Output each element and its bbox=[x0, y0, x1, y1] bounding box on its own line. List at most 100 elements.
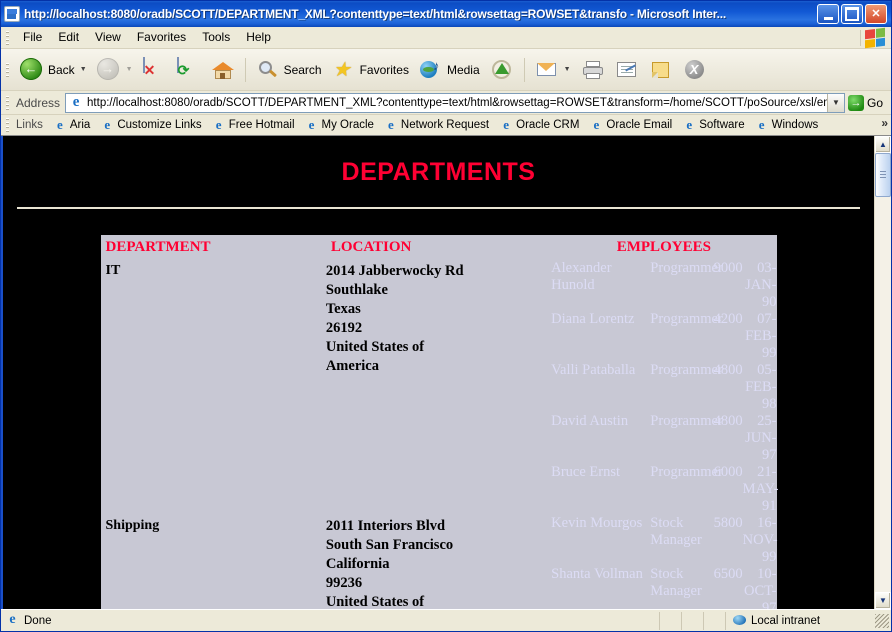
discuss-button[interactable] bbox=[644, 52, 678, 88]
forward-icon: → bbox=[97, 58, 121, 82]
link-software[interactable]: Software bbox=[677, 117, 749, 133]
link-icon bbox=[100, 118, 114, 132]
messenger-button[interactable] bbox=[678, 52, 712, 88]
menu-item-help[interactable]: Help bbox=[238, 27, 279, 48]
employee-row: Diana LorentzProgrammer420007-FEB-99 bbox=[551, 311, 776, 362]
employee-job: Stock Manager bbox=[650, 566, 713, 609]
close-button[interactable]: ✕ bbox=[865, 4, 887, 24]
menu-item-favorites[interactable]: Favorites bbox=[129, 27, 194, 48]
employee-name: Valli Pataballa bbox=[551, 362, 650, 413]
scrollbar-thumb[interactable] bbox=[875, 153, 891, 197]
media-globe-icon: ♪ bbox=[419, 58, 443, 82]
vertical-scrollbar[interactable]: ▲ ▼ bbox=[874, 136, 891, 609]
menu-item-file[interactable]: File bbox=[15, 27, 50, 48]
link-free-hotmail[interactable]: Free Hotmail bbox=[207, 117, 300, 133]
link-icon bbox=[589, 118, 603, 132]
table-row: IT2014 Jabberwocky RdSouthlakeTexas26192… bbox=[101, 260, 777, 515]
go-label: Go bbox=[867, 96, 883, 110]
link-customize-links[interactable]: Customize Links bbox=[95, 117, 206, 133]
menu-item-edit[interactable]: Edit bbox=[50, 27, 87, 48]
links-label: Links bbox=[15, 119, 48, 131]
link-aria[interactable]: Aria bbox=[48, 117, 95, 133]
link-label: Windows bbox=[772, 119, 819, 131]
window-controls: ✕ bbox=[817, 4, 889, 24]
edit-button[interactable] bbox=[610, 52, 644, 88]
department-name-cell: IT bbox=[101, 260, 326, 515]
ie-page-icon bbox=[68, 95, 84, 111]
minimize-button[interactable] bbox=[817, 4, 839, 24]
location-line: 2014 Jabberwocky Rd bbox=[326, 262, 547, 281]
mail-button[interactable]: ▼ bbox=[530, 52, 576, 88]
toolbar-gripper[interactable] bbox=[4, 62, 11, 78]
security-zone[interactable]: Local intranet bbox=[725, 612, 875, 630]
page-title: DEPARTMENTS bbox=[17, 136, 860, 207]
resize-grip[interactable] bbox=[875, 614, 889, 628]
media-button[interactable]: ♪ Media bbox=[414, 52, 485, 88]
scrollbar-track[interactable] bbox=[875, 153, 891, 592]
location-line: South San Francisco bbox=[326, 536, 547, 555]
address-input[interactable]: http://localhost:8080/oradb/SCOTT/DEPART… bbox=[65, 93, 845, 113]
links-overflow-icon[interactable]: » bbox=[881, 116, 888, 130]
back-dropdown-icon[interactable]: ▼ bbox=[80, 66, 87, 73]
scroll-down-button[interactable]: ▼ bbox=[875, 592, 891, 609]
address-dropdown-icon[interactable]: ▼ bbox=[827, 94, 844, 112]
employee-salary: 4200 bbox=[713, 311, 742, 362]
search-label: Search bbox=[284, 63, 322, 77]
employee-hiredate: 03-JAN-90 bbox=[743, 260, 777, 311]
link-oracle-crm[interactable]: Oracle CRM bbox=[494, 117, 584, 133]
back-button[interactable]: ← Back ▼ bbox=[15, 52, 92, 88]
search-button[interactable]: Search bbox=[251, 52, 327, 88]
table-header-row: DEPARTMENT LOCATION EMPLOYEES bbox=[101, 235, 777, 260]
home-button[interactable] bbox=[206, 52, 240, 88]
employee-job: Programmer bbox=[650, 413, 713, 464]
menu-item-view[interactable]: View bbox=[87, 27, 129, 48]
link-icon bbox=[384, 118, 398, 132]
maximize-button[interactable] bbox=[841, 4, 863, 24]
link-icon bbox=[755, 118, 769, 132]
department-employees-cell: Kevin MourgosStock Manager580016-NOV-99S… bbox=[551, 515, 776, 609]
favorites-label: Favorites bbox=[360, 63, 409, 77]
stop-button[interactable]: ✕ bbox=[138, 52, 172, 88]
refresh-button[interactable]: ⟳ bbox=[172, 52, 206, 88]
forward-dropdown-icon[interactable]: ▼ bbox=[126, 66, 133, 73]
print-button[interactable] bbox=[576, 52, 610, 88]
employees-table: Alexander HunoldProgrammer900003-JAN-90D… bbox=[551, 260, 776, 515]
link-oracle-email[interactable]: Oracle Email bbox=[584, 117, 677, 133]
address-label: Address bbox=[15, 96, 65, 110]
edit-page-icon bbox=[615, 58, 639, 82]
back-label: Back bbox=[48, 63, 75, 77]
windows-logo-icon bbox=[865, 28, 885, 48]
star-icon: ★ bbox=[332, 58, 356, 82]
employee-row: Kevin MourgosStock Manager580016-NOV-99 bbox=[551, 515, 776, 566]
employee-name: Bruce Ernst bbox=[551, 464, 650, 515]
employee-salary: 6000 bbox=[713, 464, 742, 515]
table-header: DEPARTMENT LOCATION EMPLOYEES bbox=[101, 235, 777, 260]
link-network-request[interactable]: Network Request bbox=[379, 117, 494, 133]
forward-button[interactable]: → ▼ bbox=[92, 52, 138, 88]
location-line: Texas bbox=[326, 300, 547, 319]
search-icon bbox=[256, 58, 280, 82]
link-windows[interactable]: Windows bbox=[750, 117, 824, 133]
favorites-button[interactable]: ★ Favorites bbox=[327, 52, 414, 88]
notepad-icon bbox=[649, 58, 673, 82]
employee-salary: 6500 bbox=[713, 566, 742, 609]
employee-job: Programmer bbox=[650, 362, 713, 413]
menu-item-tools[interactable]: Tools bbox=[194, 27, 238, 48]
employee-hiredate: 16-NOV-99 bbox=[743, 515, 777, 566]
mail-dropdown-icon[interactable]: ▼ bbox=[564, 66, 571, 73]
maximize-icon bbox=[842, 5, 862, 23]
back-icon: ← bbox=[20, 58, 44, 82]
status-page-icon bbox=[5, 613, 20, 628]
link-my-oracle[interactable]: My Oracle bbox=[300, 117, 379, 133]
history-button[interactable] bbox=[485, 52, 519, 88]
scroll-up-button[interactable]: ▲ bbox=[875, 136, 891, 153]
menu-gripper[interactable] bbox=[4, 30, 11, 46]
table-body: IT2014 Jabberwocky RdSouthlakeTexas26192… bbox=[101, 260, 777, 609]
address-gripper[interactable] bbox=[4, 95, 11, 111]
messenger-icon bbox=[683, 58, 707, 82]
location-line: Southlake bbox=[326, 281, 547, 300]
links-gripper[interactable] bbox=[4, 117, 11, 133]
employee-name: Alexander Hunold bbox=[551, 260, 650, 311]
employee-row: David AustinProgrammer480025-JUN-97 bbox=[551, 413, 776, 464]
go-button[interactable]: → Go bbox=[845, 93, 889, 113]
